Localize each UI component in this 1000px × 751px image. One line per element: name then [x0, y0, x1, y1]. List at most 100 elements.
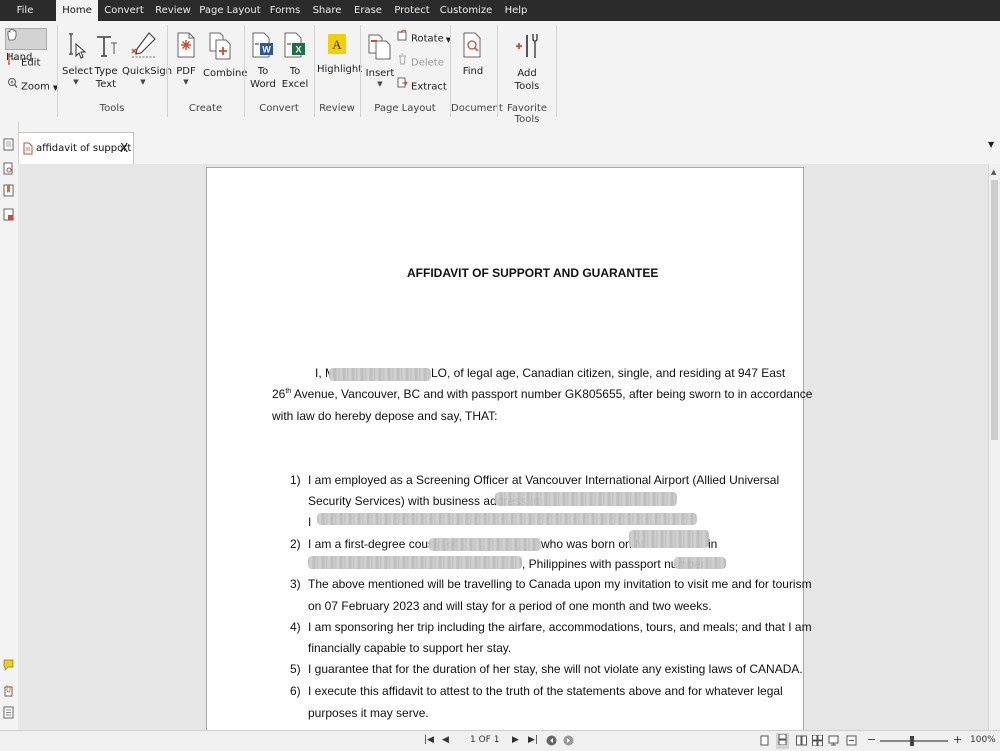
- fit-width-icon[interactable]: [846, 735, 857, 749]
- intro-line-3: with law do hereby depose and say, THAT:: [272, 409, 498, 423]
- extract-icon: [397, 77, 408, 96]
- menu-page-layout[interactable]: Page Layout: [198, 0, 262, 21]
- security-lock-icon[interactable]: [3, 208, 14, 221]
- item-6-line-2: purposes it may serve.: [308, 706, 429, 720]
- quicksign-button[interactable]: QuickSign ▼: [122, 31, 172, 87]
- pdf-button[interactable]: PDF ▼: [172, 31, 200, 87]
- page-thumbnails-icon[interactable]: [3, 138, 14, 151]
- item-1-number: 1): [290, 473, 301, 487]
- item-1-line-1: I am employed as a Screening Officer at …: [308, 473, 780, 487]
- extract-button[interactable]: Extract: [397, 77, 447, 95]
- search-document-icon[interactable]: [3, 162, 14, 175]
- group-label-convert: Convert: [259, 103, 299, 114]
- zoom-slider-thumb[interactable]: [910, 736, 914, 746]
- continuous-facing-view-icon[interactable]: [812, 734, 823, 749]
- type-text-label-1: Type: [94, 66, 118, 77]
- next-view-icon[interactable]: [563, 735, 574, 749]
- menu-erase[interactable]: Erase: [348, 0, 388, 21]
- delete-button[interactable]: Delete: [397, 53, 444, 71]
- last-page-icon[interactable]: ▶|: [528, 735, 538, 745]
- insert-button[interactable]: Insert ▼: [365, 31, 395, 89]
- next-page-icon[interactable]: ▶: [512, 735, 519, 745]
- add-tools-label-2: Tools: [514, 81, 540, 92]
- add-tools-label-1: Add: [517, 68, 537, 79]
- select-button[interactable]: Select ▼: [62, 31, 93, 87]
- ribbon: Hand Edit Zoom ▼ Select ▼ Type Text QuickSi…: [0, 21, 1000, 125]
- chevron-down-icon: ▼: [73, 78, 79, 86]
- menu-home[interactable]: Home: [56, 0, 98, 21]
- menu-customize[interactable]: Customize: [436, 0, 496, 21]
- menu-convert[interactable]: Convert: [100, 0, 148, 21]
- edit-tool-button[interactable]: Edit: [7, 53, 40, 71]
- item-4-line-1: I am sponsoring her trip including the a…: [308, 620, 812, 634]
- signature-pen-icon: [122, 31, 164, 63]
- previous-view-icon[interactable]: [546, 735, 557, 749]
- previous-page-icon[interactable]: ◀: [442, 735, 449, 745]
- zoom-tool-button[interactable]: Zoom ▼: [7, 77, 58, 95]
- item-2-line-1c: in: [708, 537, 718, 551]
- find-button[interactable]: Find: [458, 31, 488, 78]
- pdf-label: PDF: [176, 66, 196, 77]
- zoom-level[interactable]: 100%: [970, 735, 996, 745]
- edit-cursor-icon: [7, 53, 18, 72]
- combine-button[interactable]: Combine: [203, 31, 247, 80]
- hand-tool-button[interactable]: Hand: [5, 28, 47, 63]
- group-separator: [556, 25, 557, 117]
- intro-line-2-rest: Avenue, Vancouver, BC and with passport …: [291, 387, 813, 401]
- zoom-in-button[interactable]: +: [953, 733, 962, 746]
- svg-text:A: A: [332, 37, 342, 52]
- zoom-slider-track[interactable]: [880, 740, 948, 742]
- menu-review[interactable]: Review: [150, 0, 196, 21]
- type-text-button[interactable]: Type Text: [94, 31, 118, 91]
- menu-help[interactable]: Help: [498, 0, 534, 21]
- zoom-icon: [7, 77, 18, 96]
- item-3-number: 3): [290, 577, 301, 591]
- vertical-scrollbar[interactable]: ▲: [988, 164, 1000, 730]
- presentation-view-icon[interactable]: [828, 735, 839, 749]
- to-word-button[interactable]: W To Word: [249, 31, 277, 91]
- highlight-icon: A: [317, 31, 357, 61]
- group-label-tools: Tools: [99, 103, 125, 114]
- menu-forms[interactable]: Forms: [264, 0, 306, 21]
- redaction-mark: [629, 530, 709, 548]
- tab-list-dropdown-icon[interactable]: ▼: [988, 140, 994, 149]
- add-tools-button[interactable]: Add Tools: [510, 31, 544, 93]
- page-indicator[interactable]: 1 OF 1: [470, 735, 499, 745]
- group-label-create: Create: [188, 103, 223, 114]
- type-text-label-2: Text: [95, 79, 117, 90]
- left-navigation-panel: [0, 122, 19, 750]
- rotate-button[interactable]: Rotate ▼: [397, 29, 451, 47]
- excel-file-icon: X: [281, 31, 309, 63]
- redaction-mark: [308, 556, 522, 569]
- close-tab-icon[interactable]: X: [120, 141, 128, 155]
- edit-label: Edit: [21, 57, 41, 69]
- item-4-number: 4): [290, 620, 301, 634]
- single-page-view-icon[interactable]: [760, 735, 769, 749]
- item-1-line-3: I: [308, 515, 312, 529]
- facing-view-icon[interactable]: [796, 735, 807, 749]
- menu-share[interactable]: Share: [308, 0, 346, 21]
- document-tab-title: affidavit of support: [36, 143, 132, 154]
- rotate-label: Rotate: [411, 33, 444, 45]
- item-6-line-1: I execute this affidavit to attest to th…: [308, 684, 783, 698]
- combine-files-icon: [203, 31, 239, 65]
- zoom-out-button[interactable]: −: [867, 733, 876, 746]
- menubar: File Home Convert Review Page Layout For…: [0, 0, 1000, 21]
- to-excel-button[interactable]: X To Excel: [281, 31, 309, 91]
- menu-file[interactable]: File: [0, 0, 50, 21]
- scroll-up-icon[interactable]: ▲: [991, 168, 996, 176]
- layers-icon[interactable]: [3, 706, 14, 719]
- pdf-file-icon: [23, 142, 33, 158]
- first-page-icon[interactable]: |◀: [424, 735, 434, 745]
- insert-label: Insert: [365, 68, 395, 79]
- highlight-button[interactable]: A Highlight: [317, 31, 362, 76]
- menu-protect[interactable]: Protect: [390, 0, 434, 21]
- item-3-line-1: The above mentioned will be travelling t…: [308, 577, 812, 591]
- scrollbar-thumb[interactable]: [991, 180, 998, 440]
- svg-text:X: X: [295, 45, 301, 55]
- continuous-view-icon[interactable]: [776, 733, 789, 749]
- comments-icon[interactable]: [3, 658, 14, 671]
- document-tab[interactable]: affidavit of support X: [18, 132, 134, 165]
- attachments-icon[interactable]: [3, 684, 14, 697]
- bookmarks-icon[interactable]: [3, 184, 14, 197]
